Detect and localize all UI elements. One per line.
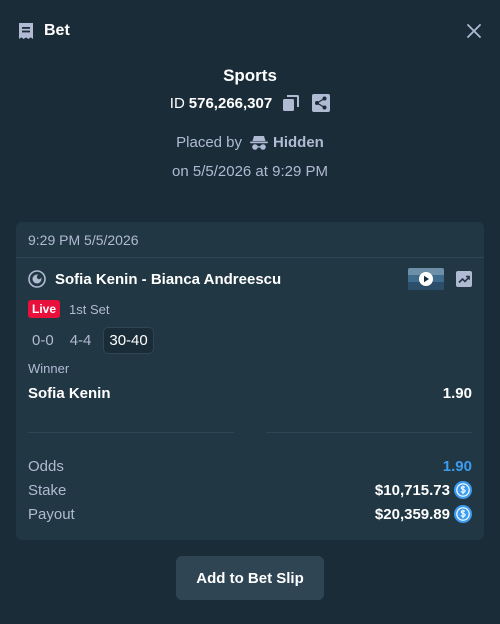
modal-title: Bet [44,22,70,39]
add-to-bet-slip-button[interactable]: Add to Bet Slip [176,556,324,600]
stake-label: Stake [28,481,67,499]
modal-header: Bet [0,0,500,62]
placed-by-user[interactable]: Hidden [273,134,324,151]
placed-by-label: Placed by [176,134,243,151]
payout-amount: $20,359.89 [375,505,472,523]
bet-id-row: ID 576,266,307 [0,94,500,112]
play-icon[interactable] [408,268,444,290]
score-row: 0-0 4-4 30-40 [28,327,162,354]
bet-id-value: 576,266,307 [188,94,273,112]
odds-value: 1.90 [442,457,472,475]
share-icon[interactable] [312,94,331,112]
bet-timestamp: 9:29 PM 5/5/2026 [16,222,484,258]
bet-totals: Odds 1.90 Stake $10,715.73 Payout $20,35 [28,454,472,526]
placed-date: on 5/5/2026 at 9:29 PM [172,163,328,180]
selection-row: Sofia Kenin 1.90 [28,385,472,402]
period-label: 1st Set [69,301,110,317]
coin-icon [454,505,472,523]
bet-card: 9:29 PM 5/5/2026 Sofia Kenin - Bianca An… [16,222,484,540]
bet-id-label: ID [169,94,185,112]
incognito-icon [250,135,269,150]
tennis-icon [28,270,46,288]
stake-value: $10,715.73 [374,481,450,499]
score-set-2: 4-4 [69,332,92,349]
odds-label: Odds [28,457,64,475]
live-badge: Live [28,300,61,318]
payout-line: Payout $20,359.89 [28,502,472,526]
selection-odds: 1.90 [442,385,472,402]
divider [28,432,234,433]
ticket-icon [19,23,33,39]
status-row: Live 1st Set [28,300,109,318]
event-name[interactable]: Sofia Kenin - Bianca Andreescu [55,271,281,288]
event-row[interactable]: Sofia Kenin - Bianca Andreescu [28,268,472,290]
stats-icon[interactable] [456,271,472,287]
market-name: Winner [28,361,70,376]
bet-modal: Bet Sports ID 576,266,307 Placed by Hidd… [0,0,500,624]
odds-line: Odds 1.90 [28,454,472,478]
bet-info: Sports ID 576,266,307 Placed by Hidden o… [0,62,500,180]
stake-line: Stake $10,715.73 [28,478,472,502]
score-current-game: 30-40 [103,327,154,354]
stake-amount: $10,715.73 [375,481,472,499]
selection-name: Sofia Kenin [28,385,111,402]
close-icon[interactable] [464,21,484,41]
payout-value: $20,359.89 [374,505,450,523]
divider [266,432,472,433]
placed-by-row: Placed by Hidden [0,134,500,151]
coin-icon [454,481,472,499]
score-set-1: 0-0 [32,332,54,349]
sport-title: Sports [223,66,277,85]
payout-label: Payout [28,505,75,523]
copy-icon[interactable] [282,94,300,112]
